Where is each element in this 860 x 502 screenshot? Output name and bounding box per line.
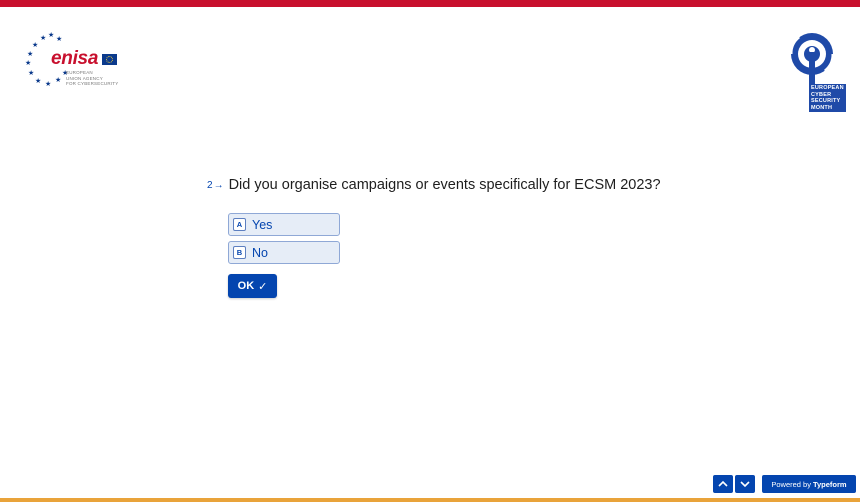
chevron-down-icon [740, 481, 750, 488]
svg-text:★: ★ [28, 69, 34, 77]
svg-text:★: ★ [27, 50, 33, 58]
powered-by-typeform-link[interactable]: Powered by Typeform [762, 475, 856, 493]
ok-button[interactable]: OK ✓ [228, 274, 277, 298]
eu-flag-icon [102, 54, 117, 65]
arrow-right-icon: → [213, 179, 224, 191]
option-no[interactable]: B No [228, 241, 340, 264]
option-key-b: B [233, 246, 246, 259]
option-yes[interactable]: A Yes [228, 213, 340, 236]
svg-text:★: ★ [32, 41, 38, 49]
svg-text:★: ★ [45, 80, 51, 88]
question-number-text: 2 [207, 179, 213, 191]
navigation-controls [713, 475, 755, 493]
svg-text:★: ★ [25, 59, 31, 67]
top-accent-bar [0, 0, 860, 7]
question-header: 2 → Did you organise campaigns or events… [207, 177, 661, 193]
enisa-subtitle: EUROPEAN UNION AGENCY FOR CYBERSECURITY [66, 70, 136, 87]
next-question-button[interactable] [735, 475, 755, 493]
ecsm-label-line: EUROPEAN [811, 85, 844, 91]
ecsm-label: EUROPEAN CYBER SECURITY MONTH [809, 84, 846, 112]
previous-question-button[interactable] [713, 475, 733, 493]
bottom-accent-bar [0, 498, 860, 502]
option-label-no: No [252, 245, 268, 260]
ecsm-emblem-icon [789, 33, 835, 86]
enisa-wordmark: enisa [51, 48, 99, 69]
enisa-subtitle-line: FOR CYBERSECURITY [66, 81, 119, 86]
question-text: Did you organise campaigns or events spe… [228, 177, 661, 193]
svg-text:★: ★ [55, 76, 61, 84]
svg-text:★: ★ [40, 34, 46, 42]
ecsm-label-line: MONTH [811, 104, 833, 111]
chevron-up-icon [718, 480, 728, 487]
svg-text:★: ★ [56, 35, 62, 43]
svg-text:★: ★ [35, 77, 41, 85]
check-icon: ✓ [258, 280, 268, 293]
powered-by-text: Powered by [771, 479, 811, 489]
question-number: 2 → [207, 180, 224, 191]
option-key-a: A [233, 218, 246, 231]
ecsm-label-line: SECURITY [811, 98, 841, 104]
ecsm-logo: EUROPEAN CYBER SECURITY MONTH [787, 28, 847, 148]
ok-button-label: OK [237, 280, 255, 292]
typeform-brand-text: Typeform [812, 479, 847, 489]
svg-text:★: ★ [48, 31, 54, 39]
enisa-logo: ★ ★ ★ ★ ★ ★ ★ ★ ★ ★ ★ enisa EUROPEAN UNION AGEN… [22, 30, 132, 92]
option-label-yes: Yes [252, 217, 273, 232]
